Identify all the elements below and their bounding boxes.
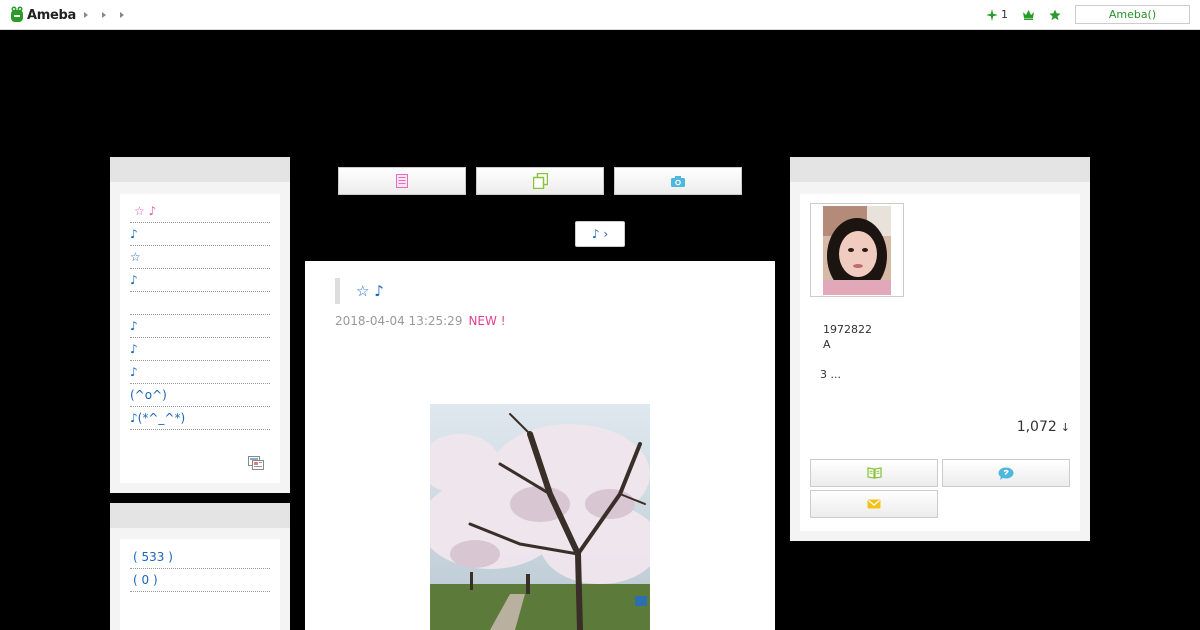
book-icon xyxy=(866,467,882,479)
profile-mail-button[interactable] xyxy=(810,490,938,518)
crown-button[interactable] xyxy=(1022,9,1035,20)
ameba-logo[interactable]: Ameba xyxy=(10,5,76,25)
feed-icon[interactable] xyxy=(248,456,264,470)
header-actions: 1 Ameba() xyxy=(986,5,1190,24)
profile-description: 3 ... xyxy=(820,368,841,381)
cherry-blossom-photo xyxy=(430,404,650,630)
ameba-frog-icon xyxy=(11,6,23,22)
document-icon xyxy=(396,174,408,188)
plus-star-icon xyxy=(986,8,998,21)
count-item[interactable]: ( 0 ) xyxy=(130,569,270,592)
star-icon xyxy=(1049,9,1061,20)
envelope-icon xyxy=(867,499,881,509)
left-menu-list: ☆ ♪ ♪ ☆ ♪ ♪ ♪ ♪ (^o^) ♪(*^_^*) xyxy=(130,200,270,430)
left-menu-item[interactable]: ☆ ♪ xyxy=(130,200,270,223)
points-indicator[interactable]: 1 xyxy=(986,8,1008,21)
followers-arrow-icon: ↓ xyxy=(1060,421,1070,434)
profile-line: A xyxy=(823,338,831,351)
article: ☆ ♪ 2018-04-04 13:25:29 NEW ! xyxy=(305,261,775,630)
profile-read-button[interactable] xyxy=(810,459,938,487)
left-menu-item[interactable]: ♪ xyxy=(130,338,270,361)
tab-photos[interactable] xyxy=(614,167,742,195)
breadcrumb xyxy=(84,9,124,18)
avatar-portrait xyxy=(823,206,891,295)
breadcrumb-arrow-icon[interactable] xyxy=(84,12,88,18)
left-menu-header xyxy=(110,157,290,182)
left-menu-item[interactable] xyxy=(130,292,270,315)
tab-entries[interactable] xyxy=(338,167,466,195)
avatar-image xyxy=(823,206,891,295)
favorite-button[interactable] xyxy=(1049,9,1061,21)
left-menu-item[interactable]: ♪ xyxy=(130,223,270,246)
followers-number: 1,072 xyxy=(1016,419,1057,435)
left-menu-item[interactable]: ♪ xyxy=(130,361,270,384)
left-menu-item[interactable]: (^o^) xyxy=(130,384,270,407)
next-entry-button[interactable]: ♪ › xyxy=(575,221,625,247)
new-badge: NEW ! xyxy=(468,314,506,328)
profile-message-button[interactable] xyxy=(942,459,1070,487)
left-menu-item[interactable]: ♪ xyxy=(130,315,270,338)
points-count: 1 xyxy=(1001,8,1008,21)
profile-inner: 1972822 A 3 ... 1,072 ↓ xyxy=(800,194,1080,531)
camera-icon xyxy=(671,175,685,187)
left-menu-item[interactable]: ♪(*^_^*) xyxy=(130,407,270,430)
profile-panel: 1972822 A 3 ... 1,072 ↓ xyxy=(790,157,1090,541)
chat-bubble-icon xyxy=(998,467,1014,480)
profile-id: 1972822 xyxy=(823,323,872,336)
article-datetime: 2018-04-04 13:25:29 xyxy=(335,314,463,328)
left-menu-item[interactable]: ♪ xyxy=(130,269,270,292)
profile-header xyxy=(790,157,1090,182)
ameba-user-button[interactable]: Ameba() xyxy=(1075,5,1190,24)
tab-themes[interactable] xyxy=(476,167,604,195)
left-menu-item[interactable]: ☆ xyxy=(130,246,270,269)
followers-count[interactable]: 1,072 ↓ xyxy=(1017,419,1070,435)
avatar[interactable] xyxy=(810,203,904,297)
left-counts-list: ( 533 ) ( 0 ) xyxy=(130,546,270,592)
top-bar: Ameba 1 Ameba() xyxy=(0,0,1200,30)
left-counts-header xyxy=(110,503,290,528)
article-meta: 2018-04-04 13:25:29 NEW ! xyxy=(335,314,506,328)
article-title[interactable]: ☆ ♪ xyxy=(335,278,384,304)
breadcrumb-arrow-icon[interactable] xyxy=(120,12,124,18)
breadcrumb-arrow-icon[interactable] xyxy=(102,12,106,18)
article-photo[interactable] xyxy=(430,404,650,630)
count-item[interactable]: ( 533 ) xyxy=(130,546,270,569)
crown-icon xyxy=(1023,10,1034,20)
logo-text: Ameba xyxy=(27,7,77,23)
copy-pages-icon xyxy=(532,173,548,189)
